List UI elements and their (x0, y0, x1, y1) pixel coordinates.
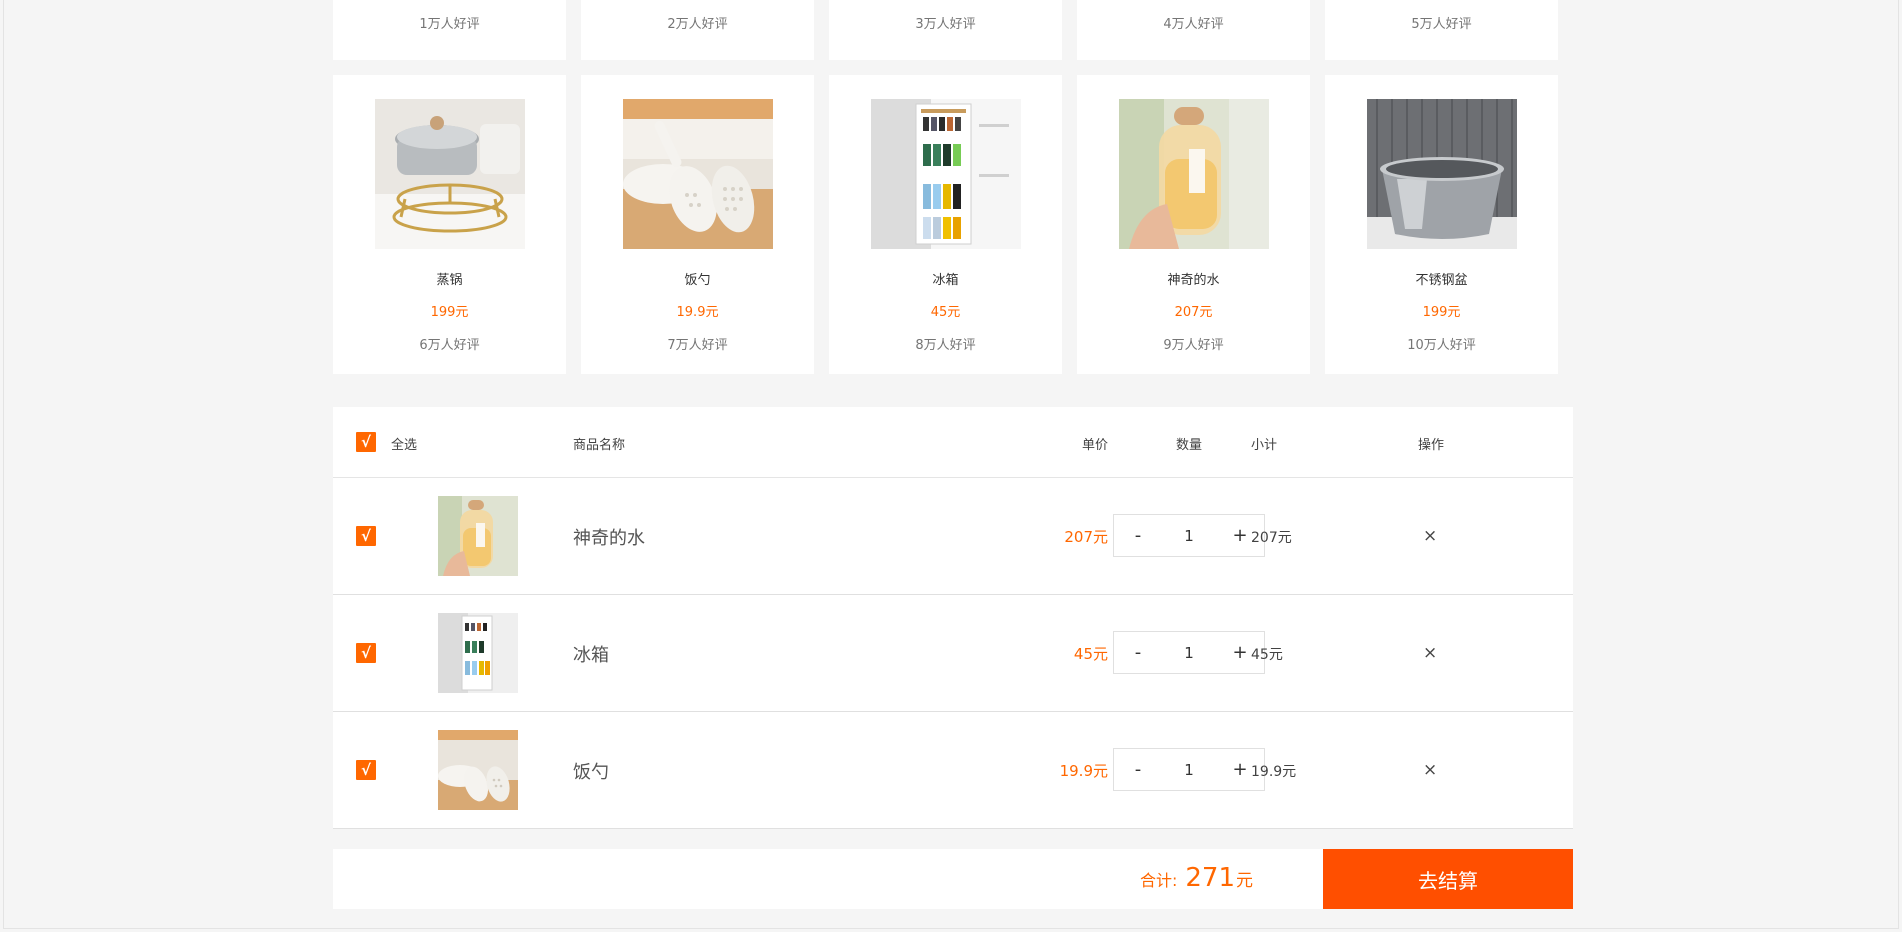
select-all-checkbox[interactable]: √ (356, 432, 376, 452)
rice-spoon-thumb[interactable] (438, 730, 518, 810)
product-card-fridge[interactable]: 冰箱 45元 8万人好评 (829, 75, 1062, 374)
product-reviews: 4万人好评 (1163, 17, 1224, 32)
item-subtotal: 207元 (1251, 530, 1292, 546)
product-price: 199元 (430, 305, 469, 320)
item-checkbox[interactable]: √ (356, 760, 376, 780)
product-card-steel-basin[interactable]: 不锈钢盆 199元 10万人好评 (1325, 75, 1558, 374)
product-reviews: 9万人好评 (1163, 338, 1224, 353)
product-reviews: 7万人好评 (667, 338, 728, 353)
column-header-name: 商品名称 (573, 438, 626, 453)
water-bottle-image (1118, 99, 1269, 249)
item-subtotal: 19.9元 (1251, 764, 1297, 780)
product-reviews: 6万人好评 (419, 338, 480, 353)
product-card[interactable]: 5万人好评 (1325, 0, 1558, 60)
column-header-subtotal: 小计 (1251, 438, 1278, 453)
product-card-rice-spoon[interactable]: 饭勺 19.9元 7万人好评 (581, 75, 814, 374)
product-card-water[interactable]: 神奇的水 207元 9万人好评 (1077, 75, 1310, 374)
product-name: 神奇的水 (1167, 273, 1220, 288)
product-name: 不锈钢盆 (1415, 273, 1468, 288)
cart-table: √ 全选 商品名称 单价 数量 小计 操作 √ 神奇的水 207元 - 1 + (333, 407, 1573, 829)
product-reviews: 5万人好评 (1411, 17, 1472, 32)
rice-spoon-image (622, 99, 773, 249)
cart-row: √ 饭勺 19.9元 - 1 + 19.9元 × (333, 712, 1573, 829)
delete-icon[interactable]: × (1423, 643, 1437, 663)
steel-basin-image (1366, 99, 1517, 249)
checkout-button[interactable]: 去结算 (1323, 849, 1573, 909)
column-header-qty: 数量 (1175, 438, 1202, 453)
quantity-value[interactable]: 1 (1164, 761, 1214, 779)
product-grid: 蒸锅 199元 6万人好评 饭勺 19.9元 7万人好评 冰箱 45元 8万人好… (333, 75, 1572, 374)
cart-total: 合计: 271 元 (1140, 863, 1253, 893)
product-reviews: 10万人好评 (1407, 338, 1476, 353)
product-price: 199元 (1422, 305, 1461, 320)
cart-row: √ 冰箱 45元 - 1 + 45元 × (333, 595, 1573, 712)
product-price: 19.9元 (676, 305, 719, 320)
product-reviews: 1万人好评 (419, 17, 480, 32)
product-name: 蒸锅 (436, 273, 463, 288)
column-header-action: 操作 (1418, 438, 1445, 453)
fridge-rack-thumb[interactable] (438, 613, 518, 693)
column-header-price: 单价 (1081, 438, 1108, 453)
select-all-label: 全选 (391, 438, 418, 453)
item-checkbox[interactable]: √ (356, 643, 376, 663)
product-card[interactable]: 2万人好评 (581, 0, 814, 60)
cart-row: √ 神奇的水 207元 - 1 + 207元 × (333, 478, 1573, 595)
quantity-value[interactable]: 1 (1164, 644, 1214, 662)
total-label: 合计: (1139, 871, 1178, 890)
product-card[interactable]: 3万人好评 (829, 0, 1062, 60)
item-name: 饭勺 (573, 762, 609, 783)
product-price: 207元 (1174, 305, 1213, 320)
product-card[interactable]: 4万人好评 (1077, 0, 1310, 60)
product-price: 45元 (930, 305, 961, 320)
water-bottle-thumb[interactable] (438, 496, 518, 576)
product-reviews: 3万人好评 (915, 17, 976, 32)
item-subtotal: 45元 (1251, 647, 1283, 663)
product-reviews: 8万人好评 (915, 338, 976, 353)
product-reviews: 2万人好评 (667, 17, 728, 32)
product-card[interactable]: 1万人好评 (333, 0, 566, 60)
quantity-stepper: - 1 + (1113, 748, 1265, 791)
item-name: 神奇的水 (573, 528, 645, 549)
item-price: 207元 (1064, 528, 1108, 546)
delete-icon[interactable]: × (1423, 760, 1437, 780)
item-price: 19.9元 (1059, 762, 1108, 780)
product-name: 饭勺 (684, 273, 711, 288)
cart-footer: 合计: 271 元 去结算 (333, 849, 1573, 909)
cart-header: √ 全选 商品名称 单价 数量 小计 操作 (333, 407, 1573, 478)
quantity-value[interactable]: 1 (1164, 527, 1214, 545)
total-value: 271 (1185, 863, 1235, 893)
item-name: 冰箱 (573, 645, 609, 666)
product-card-steamer[interactable]: 蒸锅 199元 6万人好评 (333, 75, 566, 374)
steamer-pot-image (374, 99, 525, 249)
decrement-button[interactable]: - (1114, 525, 1162, 546)
item-checkbox[interactable]: √ (356, 526, 376, 546)
item-price: 45元 (1073, 645, 1108, 663)
fridge-rack-image (870, 99, 1021, 249)
product-row-top: 1万人好评 2万人好评 3万人好评 4万人好评 5万人好评 (333, 0, 1572, 61)
decrement-button[interactable]: - (1114, 642, 1162, 663)
decrement-button[interactable]: - (1114, 759, 1162, 780)
quantity-stepper: - 1 + (1113, 514, 1265, 557)
total-unit: 元 (1236, 871, 1253, 891)
delete-icon[interactable]: × (1423, 526, 1437, 546)
product-name: 冰箱 (932, 273, 959, 288)
quantity-stepper: - 1 + (1113, 631, 1265, 674)
